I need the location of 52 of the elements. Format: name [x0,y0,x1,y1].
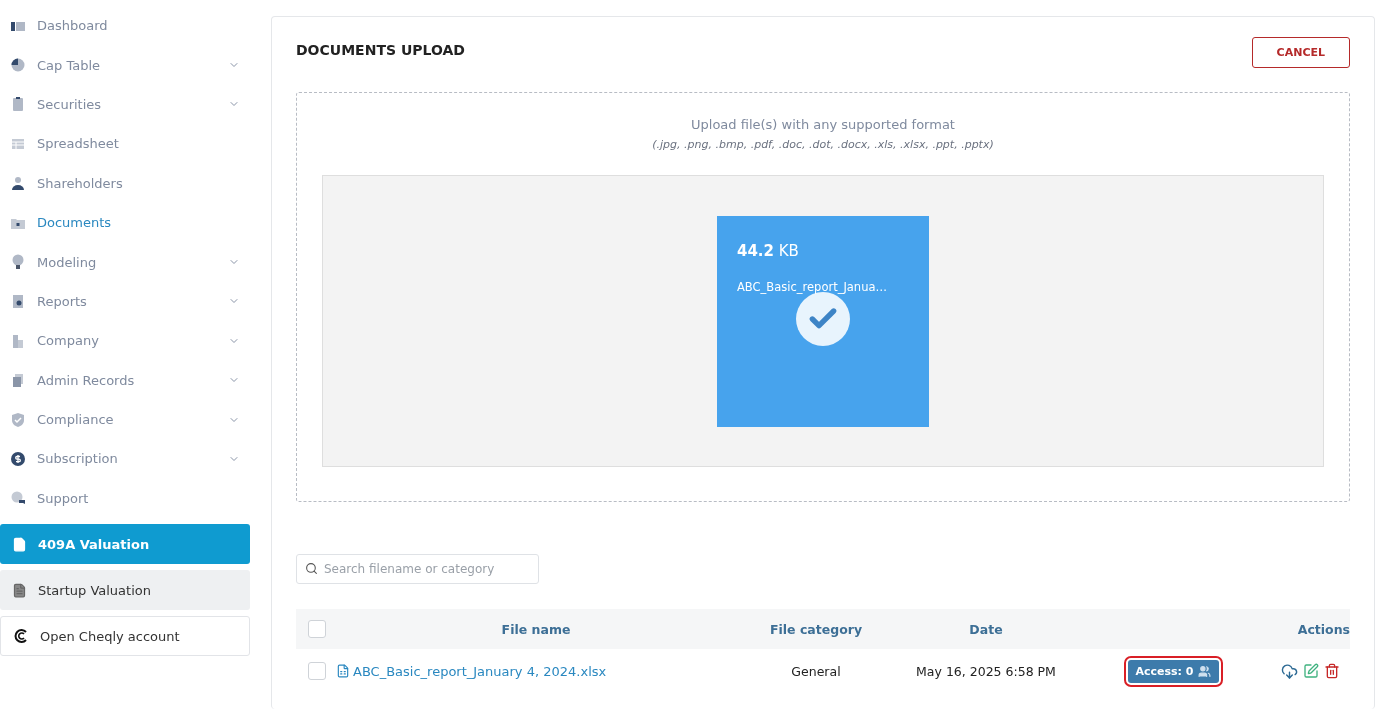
document-icon [12,582,27,598]
users-icon [1197,664,1211,678]
sidebar-item[interactable]: Support [0,478,250,519]
column-header: File name [500,621,572,637]
cancel-button[interactable]: CANCEL [1251,37,1350,68]
pie-chart-icon [10,57,26,74]
valuation-button[interactable]: 409A Valuation [0,524,250,565]
valuation-button[interactable]: Startup Valuation [0,570,250,611]
file-link[interactable]: ABC_Basic_report_January 4, 2024.xlsx [336,663,736,679]
lightbulb-icon [10,254,26,271]
search-field[interactable]: Search filename or category [296,554,539,584]
sidebar-item[interactable]: Admin Records [0,360,250,400]
file-name: ABC_Basic_report_Janua… [737,279,888,294]
person-icon [10,175,26,192]
sidebar-item[interactable]: Reports [0,281,250,322]
sidebar-item[interactable]: Subscription [0,439,250,479]
column-header: Actions [1296,621,1350,637]
sidebar-item[interactable]: Shareholders [0,163,250,203]
select-all-checkbox[interactable] [308,620,326,638]
document-icon [12,536,27,552]
building-icon [10,332,26,349]
dollar-icon [10,451,26,467]
table-cell-text: General [790,663,842,679]
file-size: 44.2 KB [737,241,800,260]
sidebar-item[interactable]: Dashboard [0,6,250,46]
clipboard-icon [10,96,26,113]
sidebar-item[interactable]: Securities [0,84,250,125]
download-icon[interactable] [1281,662,1298,680]
sidebar-item[interactable]: Cap Table [0,45,250,85]
c-logo-icon [13,628,29,645]
valuation-button[interactable]: Open Cheqly account [0,616,250,657]
documents-icon [10,372,26,389]
sidebar-item[interactable]: Documents [0,202,250,243]
table-cell-text: May 16, 2025 6:58 PM [915,663,1057,679]
drop-zone[interactable]: Upload file(s) with any supported format (.jpg, .png, .bmp, .pdf, .doc, .dot, .docx, .xls, .xlsx, .ppt, .pptx) 44.2 KB ABC_Basic_report_Janua… [296,92,1350,502]
sidebar-item[interactable]: Modeling [0,242,250,282]
upload-hint: Upload file(s) with any supported format [691,117,955,132]
search-icon [305,562,318,575]
sidebar-item[interactable]: Company [0,321,250,361]
panel-title: DOCUMENTS UPLOAD [296,42,465,58]
chat-icon [10,490,26,507]
column-header: Date [968,621,1004,637]
report-icon [10,293,26,310]
spreadsheet-file-icon [336,664,350,678]
shield-icon [10,411,26,428]
sidebar-item[interactable]: Compliance [0,399,250,440]
edit-icon[interactable] [1303,662,1319,679]
column-header: File category [768,621,864,637]
supported-formats: (.jpg, .png, .bmp, .pdf, .doc, .dot, .docx, .xls, .xlsx, .ppt, .pptx) [652,138,994,151]
sidebar-item[interactable]: Spreadsheet [0,124,250,164]
row-checkbox[interactable] [308,662,326,680]
delete-icon[interactable] [1324,662,1340,679]
